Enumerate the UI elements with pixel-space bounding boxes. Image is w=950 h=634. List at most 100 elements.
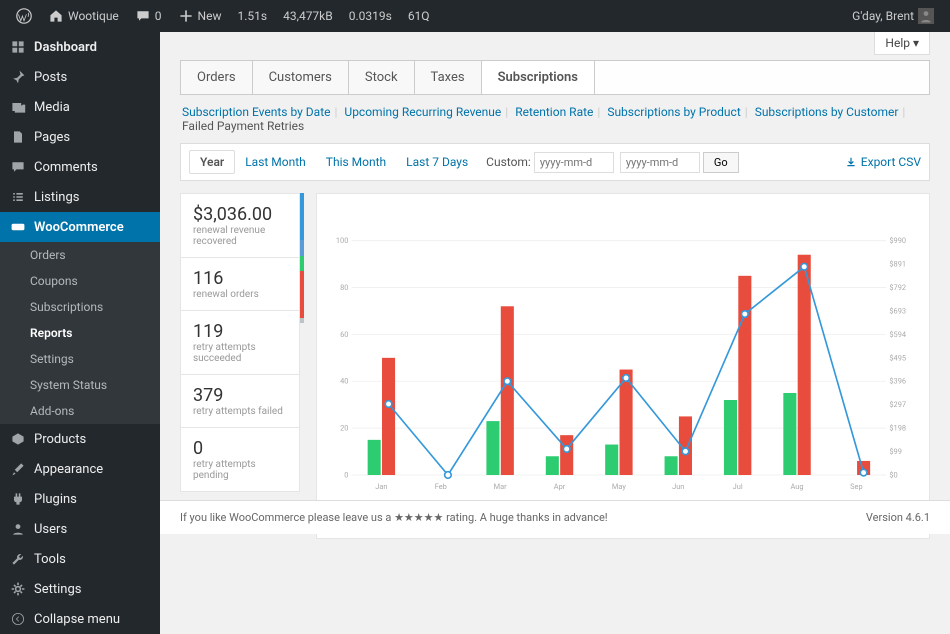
nav-plugins[interactable]: Plugins: [0, 484, 160, 514]
subnav-orders[interactable]: Orders: [0, 242, 160, 268]
subnav-reports[interactable]: Reports: [0, 320, 160, 346]
plug-icon: [10, 491, 26, 507]
collapse-icon: [10, 611, 26, 627]
tab-orders[interactable]: Orders: [181, 61, 253, 94]
svg-text:$396: $396: [889, 377, 906, 386]
svg-text:Jun: Jun: [672, 482, 684, 491]
subnav-subscriptions[interactable]: Subscriptions: [0, 294, 160, 320]
subnav-recurring[interactable]: Upcoming Recurring Revenue: [344, 105, 501, 119]
svg-text:Jan: Jan: [375, 482, 387, 491]
nav-appearance[interactable]: Appearance: [0, 454, 160, 484]
nav-pages[interactable]: Pages: [0, 122, 160, 152]
footer-text: If you like WooCommerce please leave us …: [180, 511, 608, 524]
user-greeting[interactable]: G'day, Brent: [844, 8, 942, 24]
subnav-system[interactable]: System Status: [0, 372, 160, 398]
stat-revenue[interactable]: $3,036.00renewal revenue recovered: [180, 193, 300, 257]
nav-posts[interactable]: Posts: [0, 62, 160, 92]
woo-icon: [10, 219, 26, 235]
subnav-events[interactable]: Subscription Events by Date: [182, 105, 330, 119]
svg-text:Sep: Sep: [850, 482, 862, 491]
nav-media[interactable]: Media: [0, 92, 160, 122]
admin-sidebar: Dashboard Posts Media Pages Comments Lis…: [0, 32, 160, 634]
retry-chart: 020406080100$0$99$198$297$396$495$594$69…: [327, 204, 919, 524]
date-from-input[interactable]: [534, 152, 614, 173]
subnav-byproduct[interactable]: Subscriptions by Product: [607, 105, 740, 119]
subnav-bycustomer[interactable]: Subscriptions by Customer: [755, 105, 899, 119]
spark-bar: [300, 193, 304, 323]
subnav-addons[interactable]: Add-ons: [0, 398, 160, 424]
stat-pending[interactable]: 0retry attempts pending: [180, 427, 300, 492]
svg-text:40: 40: [340, 377, 348, 386]
comments-link[interactable]: 0: [127, 8, 170, 24]
date-range-bar: Year Last Month This Month Last 7 Days C…: [180, 143, 930, 181]
page-icon: [10, 129, 26, 145]
svg-text:$99: $99: [889, 447, 901, 456]
dashboard-icon: [10, 39, 26, 55]
stat-failed[interactable]: 379retry attempts failed: [180, 374, 300, 427]
svg-text:$594: $594: [889, 330, 906, 339]
nav-dashboard[interactable]: Dashboard: [0, 32, 160, 62]
nav-users[interactable]: Users: [0, 514, 160, 544]
site-name[interactable]: Wootique: [40, 8, 127, 24]
report-type-tabs: Orders Customers Stock Taxes Subscriptio…: [180, 60, 930, 95]
footer-version: Version 4.6.1: [866, 511, 930, 524]
wp-logo[interactable]: [8, 8, 40, 24]
nav-settings[interactable]: Settings: [0, 574, 160, 604]
stat-3: 0.0319s: [341, 9, 400, 23]
stats-column: $3,036.00renewal revenue recovered 116re…: [180, 193, 300, 539]
tab-subscriptions[interactable]: Subscriptions: [482, 61, 595, 94]
products-icon: [10, 431, 26, 447]
svg-text:$693: $693: [889, 306, 906, 315]
stat-orders[interactable]: 116renewal orders: [180, 257, 300, 310]
export-csv[interactable]: Export CSV: [845, 155, 921, 169]
media-icon: [10, 99, 26, 115]
comment-icon: [135, 8, 151, 24]
pin-icon: [10, 69, 26, 85]
tab-customers[interactable]: Customers: [253, 61, 349, 94]
range-last7[interactable]: Last 7 Days: [396, 151, 478, 173]
help-tab[interactable]: Help ▾: [874, 32, 930, 55]
nav-tools[interactable]: Tools: [0, 544, 160, 574]
users-icon: [10, 521, 26, 537]
chart-container: 020406080100$0$99$198$297$396$495$594$69…: [316, 193, 930, 539]
download-icon: [845, 156, 857, 168]
svg-text:80: 80: [340, 283, 348, 292]
subnav-retention[interactable]: Retention Rate: [515, 105, 593, 119]
svg-text:$990: $990: [889, 236, 906, 245]
tab-taxes[interactable]: Taxes: [415, 61, 482, 94]
date-to-input[interactable]: [620, 152, 700, 173]
svg-text:$297: $297: [889, 400, 906, 409]
collapse-menu[interactable]: Collapse menu: [0, 604, 160, 634]
svg-text:Apr: Apr: [554, 482, 566, 491]
subnav-coupons[interactable]: Coupons: [0, 268, 160, 294]
svg-text:Jul: Jul: [733, 482, 743, 491]
woo-submenu: Orders Coupons Subscriptions Reports Set…: [0, 242, 160, 424]
custom-label: Custom:: [486, 155, 531, 169]
brush-icon: [10, 461, 26, 477]
tab-stock[interactable]: Stock: [349, 61, 415, 94]
svg-text:20: 20: [340, 424, 348, 433]
go-button[interactable]: Go: [703, 152, 739, 173]
svg-text:60: 60: [340, 330, 348, 339]
nav-woocommerce[interactable]: WooCommerce: [0, 212, 160, 242]
new-link[interactable]: New: [170, 8, 230, 24]
stat-2: 43,477kB: [275, 9, 341, 23]
range-thismonth[interactable]: This Month: [316, 151, 396, 173]
svg-text:$198: $198: [889, 424, 906, 433]
comment-icon: [10, 159, 26, 175]
svg-text:$495: $495: [889, 353, 906, 362]
nav-products[interactable]: Products: [0, 424, 160, 454]
subnav-settings[interactable]: Settings: [0, 346, 160, 372]
nav-listings[interactable]: Listings: [0, 182, 160, 212]
nav-comments[interactable]: Comments: [0, 152, 160, 182]
plus-icon: [178, 8, 194, 24]
stat-succeeded[interactable]: 119retry attempts succeeded: [180, 310, 300, 374]
range-year[interactable]: Year: [189, 150, 235, 174]
svg-text:0: 0: [344, 470, 348, 479]
range-lastmonth[interactable]: Last Month: [235, 151, 316, 173]
svg-text:$792: $792: [889, 283, 906, 292]
home-icon: [48, 8, 64, 24]
avatar-icon: [918, 8, 934, 24]
wordpress-icon: [16, 8, 32, 24]
svg-text:100: 100: [336, 236, 348, 245]
